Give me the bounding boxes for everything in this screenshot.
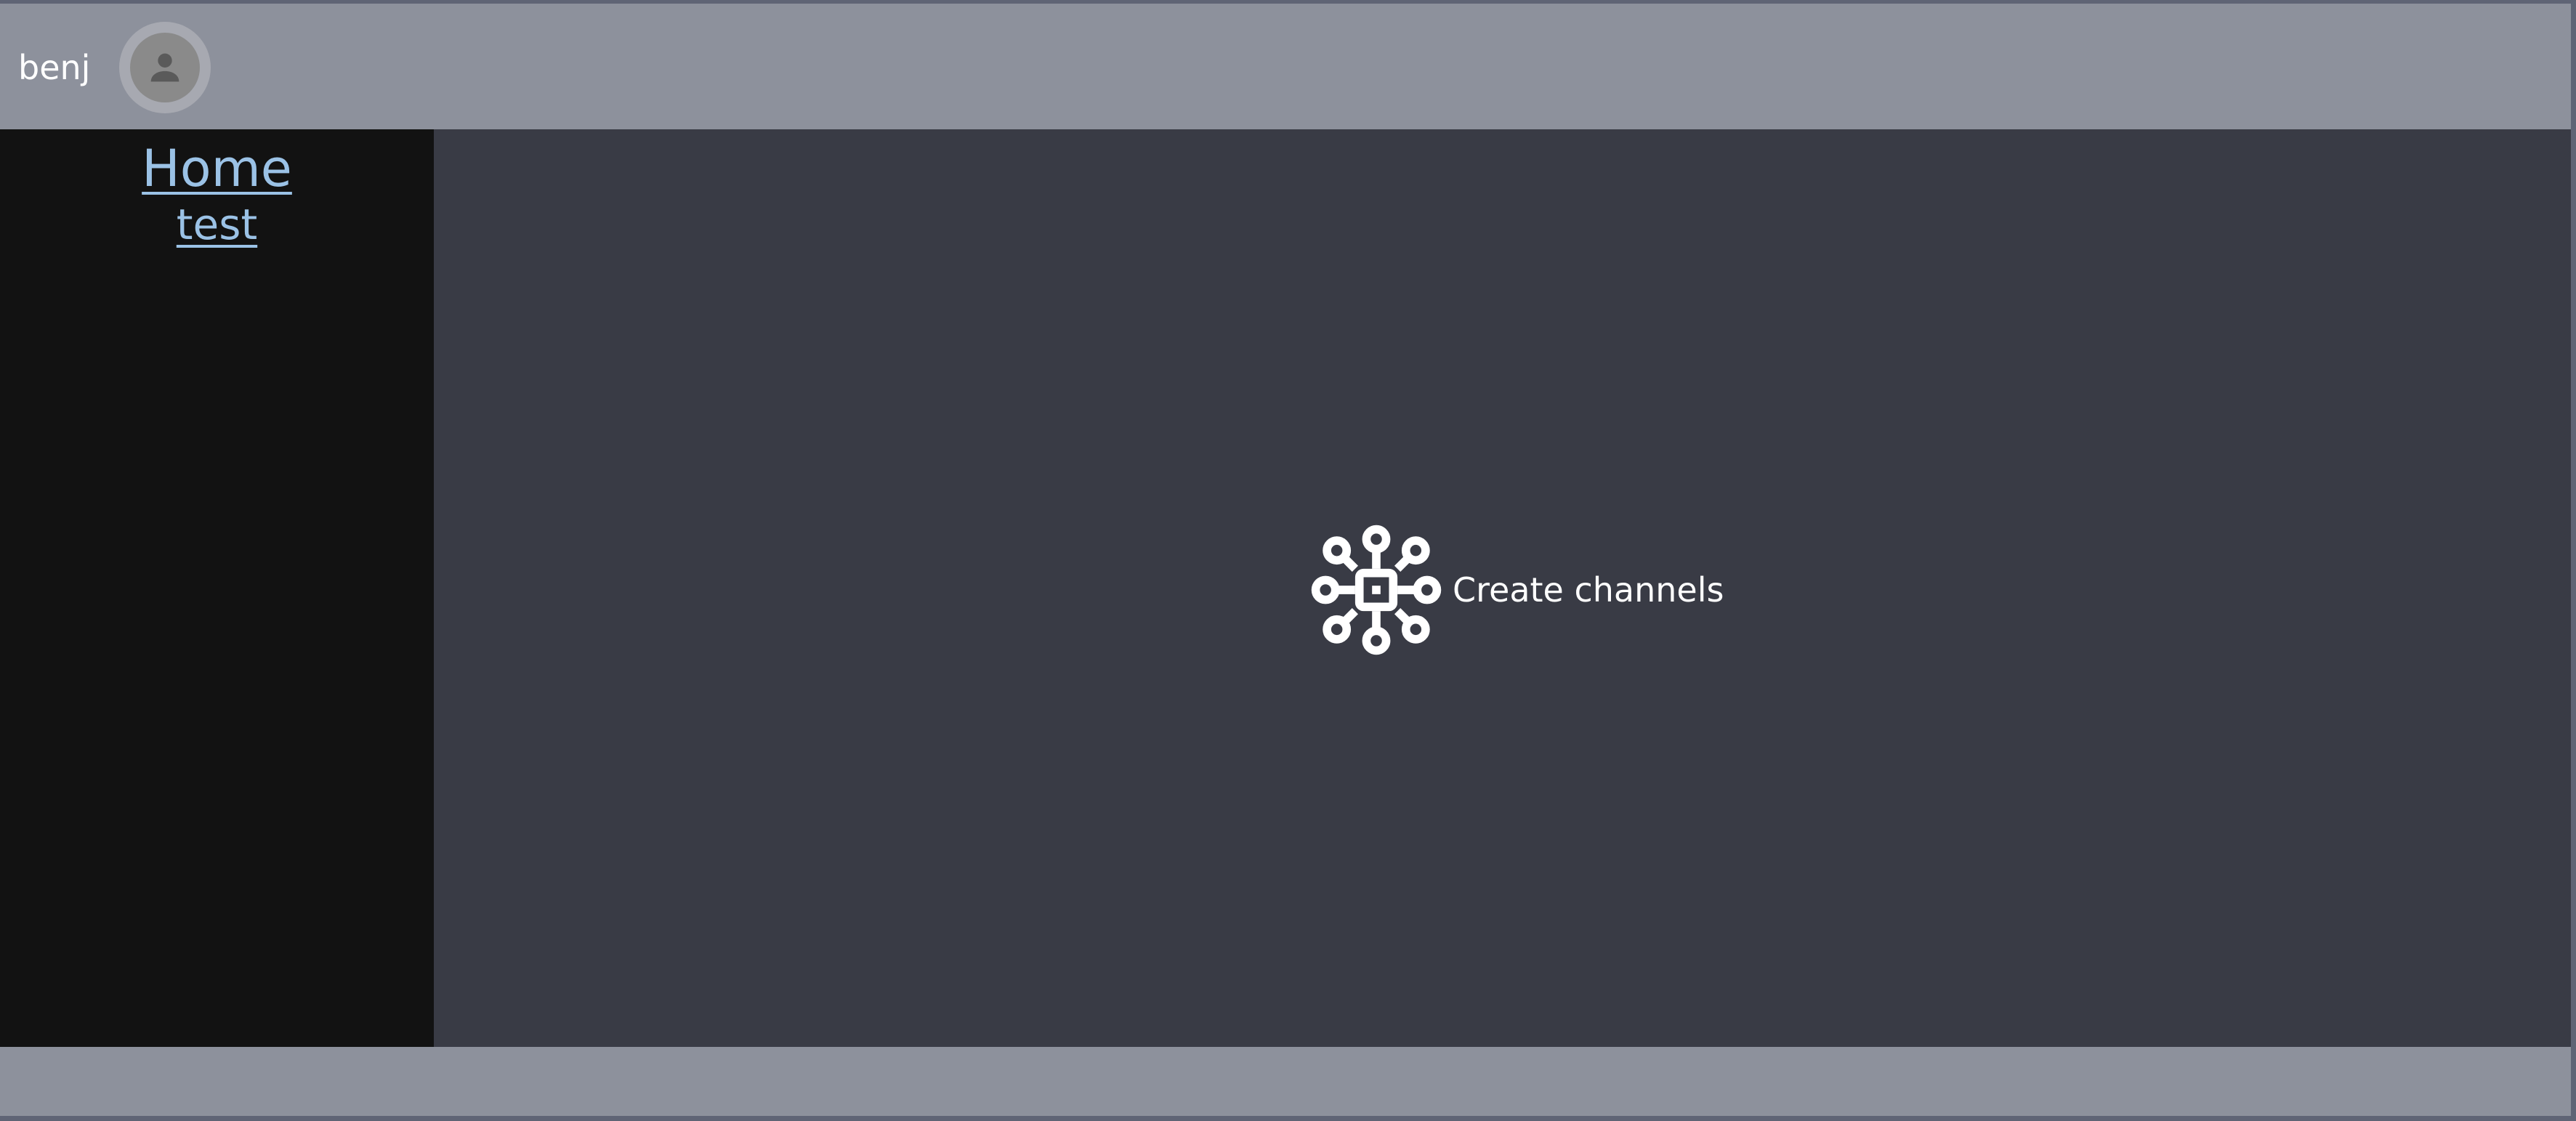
hub-icon xyxy=(1311,525,1442,655)
create-channels-label: Create channels xyxy=(1453,570,1724,610)
sidebar-item-home[interactable]: Home xyxy=(0,138,434,199)
sidebar-nav: Home test xyxy=(0,138,434,250)
avatar[interactable] xyxy=(119,22,211,113)
sidebar-item-test[interactable]: test xyxy=(0,199,434,250)
avatar-inner xyxy=(130,33,200,102)
main-content: Create channels xyxy=(434,129,2571,1047)
hub-icon-wrap xyxy=(1306,519,1447,660)
username-label: benj xyxy=(18,48,91,87)
top-bar: benj xyxy=(0,4,2571,129)
create-channels-button[interactable]: Create channels xyxy=(1306,517,1724,663)
sidebar: Home test xyxy=(0,129,434,1047)
app-window: benj Home test Create channels xyxy=(0,4,2571,1116)
person-icon xyxy=(150,53,179,82)
footer-bar xyxy=(0,1047,2571,1116)
